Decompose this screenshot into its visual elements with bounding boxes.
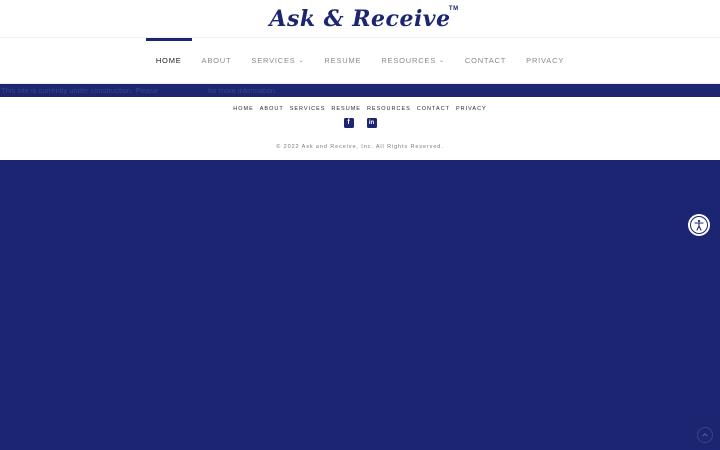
main-nav: HOME ABOUT SERVICES ⌄ RESUME RESOURCES ⌄… [0,38,720,83]
chevron-down-icon: ⌄ [439,58,445,64]
footer-link-home[interactable]: HOME [233,106,254,112]
facebook-square-icon[interactable]: f [343,118,354,128]
nav-item-label: CONTACT [464,56,507,65]
footer-link-resources[interactable]: RESOURCES [367,106,411,112]
nav-item-services[interactable]: SERVICES ⌄ [241,38,314,83]
nav-item-label: PRIVACY [526,56,565,65]
footer-link-about[interactable]: ABOUT [260,106,284,112]
logo-text: Ask & Receive [269,6,451,32]
nav-item-resume[interactable]: RESUME [314,38,371,83]
site-header: Ask & Receive TM HOME ABOUT SERVICES ⌄ R… [0,0,720,84]
notice-text-end: for more information. [208,86,278,95]
nav-item-privacy[interactable]: PRIVACY [516,38,574,83]
site-footer: HOME ABOUT SERVICES RESUME RESOURCES CON… [0,97,720,160]
linkedin-icon[interactable]: in [366,118,377,128]
accessibility-icon [690,216,708,234]
chevron-down-icon: ⌄ [298,58,305,64]
footer-link-privacy[interactable]: PRIVACY [456,106,487,112]
accessibility-button[interactable] [688,214,710,236]
nav-item-label: HOME [155,56,182,65]
site-logo[interactable]: Ask & Receive TM [269,6,458,32]
copyright-text: © 2022 Ask and Receive, Inc. All Rights … [276,144,444,150]
chevron-up-icon [702,433,708,437]
nav-item-about[interactable]: ABOUT [192,38,242,83]
nav-item-label: ABOUT [201,56,232,65]
nav-item-label: SERVICES [251,56,296,65]
brand: Ask & Receive TM [0,6,720,32]
construction-notice: This site is currently under constructio… [0,84,720,97]
footer-link-services[interactable]: SERVICES [290,106,326,112]
footer-nav: HOME ABOUT SERVICES RESUME RESOURCES CON… [0,106,720,112]
notice-text-start: This site is currently under constructio… [1,86,159,95]
trademark-mark: TM [448,6,459,12]
nav-item-contact[interactable]: CONTACT [455,38,516,83]
nav-item-label: RESOURCES [381,56,437,65]
nav-item-label: RESUME [324,56,362,65]
nav-item-home[interactable]: HOME [145,38,192,83]
back-to-top-button[interactable] [697,427,713,443]
nav-item-resources[interactable]: RESOURCES ⌄ [371,38,455,83]
footer-link-contact[interactable]: CONTACT [417,106,450,112]
footer-link-resume[interactable]: RESUME [331,106,361,112]
social-links: f in [0,118,720,128]
